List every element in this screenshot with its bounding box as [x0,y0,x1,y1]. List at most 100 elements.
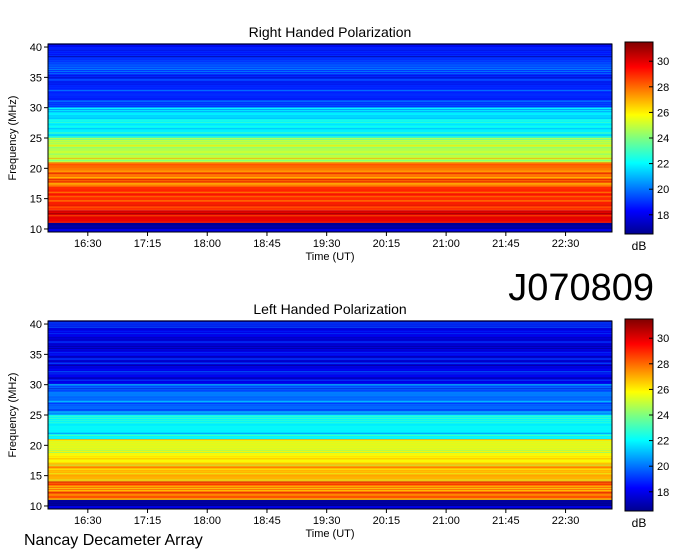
spectral-striation [48,358,612,360]
spectral-striation [48,55,612,58]
spectral-striation [48,70,612,73]
spectral-striation [48,362,612,364]
spectral-striation [48,434,612,437]
spectral-striation [48,479,612,481]
x-tick-label: 18:45 [253,238,281,250]
spectral-striation [48,398,612,400]
spectral-striation [48,162,612,164]
spectral-striation [48,168,612,170]
spectral-striation [48,111,612,113]
spectral-striation [48,79,612,81]
spectral-striation [48,94,612,96]
x-tick-label: 20:15 [373,238,401,250]
spectral-striation [48,128,612,130]
spectral-striation [48,185,612,187]
y-axis-label: Frequency (MHz) [7,96,19,181]
spectral-striation [48,466,612,468]
colorbar-tick-label: 30 [657,56,669,68]
spectral-striation [48,170,612,172]
spectral-striation [48,381,612,383]
spectral-striation [48,68,612,70]
x-tick-label: 17:15 [134,238,162,250]
spectral-striation [48,436,612,439]
spectral-striation [48,462,612,464]
spectral-striation [48,117,612,119]
x-tick-label: 16:30 [74,238,102,250]
spectral-striation [48,77,612,79]
spectral-striation [48,354,612,356]
x-tick-label: 21:45 [492,515,520,527]
spectral-striation [48,447,612,449]
spectral-striation [48,490,612,492]
spectral-striation [48,176,612,179]
x-tick-label: 19:30 [313,238,341,250]
x-tick-label: 19:30 [313,515,341,527]
colorbar-tick-label: 26 [657,384,669,396]
spectral-striation [48,481,612,483]
spectral-striation [48,432,612,434]
spectral-striation [48,496,612,498]
spectral-striation [48,364,612,366]
spectral-striation [48,347,612,350]
spectral-striation [48,187,612,189]
spectral-striation [48,204,612,206]
spectral-striation [48,377,612,379]
panel-title: Right Handed Polarization [249,24,412,40]
spectral-striation [48,62,612,64]
spectral-striation [48,483,612,485]
spectral-striation [48,134,612,136]
spectral-striation [48,159,612,162]
spectral-striation [48,413,612,415]
colorbar [624,41,654,235]
spectral-striation [48,155,612,157]
x-tick-label: 22:30 [552,515,580,527]
spectral-striation [48,375,612,377]
spectral-striation [48,49,612,51]
spectral-striation [48,390,612,392]
spectral-striation [48,183,612,185]
spectral-striation [48,136,612,138]
spectral-striation [48,494,612,496]
spectral-striation [48,109,612,111]
spectral-striation [48,396,612,398]
panel-title: Left Handed Polarization [253,301,406,317]
spectral-striation [48,451,612,454]
spectral-striation [48,468,612,470]
spectral-striation [48,89,612,92]
spectral-striation [48,196,612,198]
spectral-striation [48,369,612,371]
spectral-striation [48,206,612,208]
y-tick-label: 20 [30,163,42,175]
y-tick-label: 20 [30,440,42,452]
intensity-band [48,463,612,482]
spectral-striation [48,200,612,202]
x-axis-label: Time (UT) [305,251,354,263]
colorbar-tick-label: 20 [657,461,669,473]
y-tick-label: 25 [30,410,42,422]
x-tick-label: 17:15 [134,515,162,527]
spectral-striation [48,227,612,230]
spectral-striation [48,504,612,507]
spectral-striation [48,453,612,456]
spectral-striation [48,81,612,83]
colorbar-tick-label: 30 [657,333,669,345]
spectral-striation [48,45,612,47]
spectral-striation [48,75,612,77]
spectral-striation [48,502,612,504]
spectral-striation [48,349,612,352]
colorbar-tick-label: 18 [657,487,669,499]
spectral-striation [48,415,612,417]
spectral-striation [48,53,612,56]
spectral-striation [48,475,612,477]
spectral-striation [48,426,612,428]
y-tick-label: 40 [30,319,42,331]
x-tick-label: 22:30 [552,238,580,250]
spectral-striation [48,443,612,445]
spectral-striation [48,64,612,66]
spectral-striation [48,181,612,183]
spectral-striation [48,417,612,420]
spectral-striation [48,394,612,396]
x-axis-label: Time (UT) [305,528,354,540]
spectral-striation [48,113,612,115]
spectral-striation [48,193,612,196]
